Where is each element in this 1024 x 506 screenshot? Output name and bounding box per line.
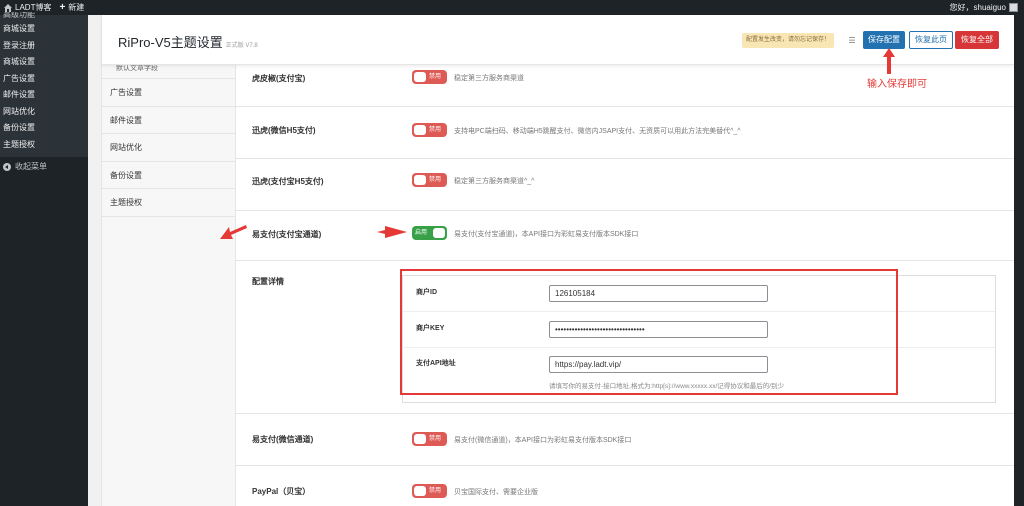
setting-label: 易支付(微信通道) [252,435,314,444]
setting-row-xunhu-alipay: 迅虎(支付宝H5支付) 禁用 稳定第三方服务商渠道^_^ [236,159,1014,211]
submenu-item-cut[interactable]: 高级功能 [0,12,88,18]
page-title: RiPro-V5主题设置 正式版 V7.8 [118,32,258,51]
toggle-switch[interactable]: 禁用 [412,173,447,187]
admin-bar: LADT博客 + 新建 您好，shuaiguo [0,0,1024,15]
toggle-state-label: 禁用 [429,177,442,183]
collapse-icon [3,162,11,171]
submenu-item-ads[interactable]: 广告设置 [0,71,88,88]
avatar [1009,3,1018,12]
setting-label: 配置详情 [252,277,284,286]
toggle-knob [414,72,426,82]
toggle-knob [414,486,426,496]
sidenav-item-backup[interactable]: 备份设置 [102,162,235,189]
sidenav-item-license[interactable]: 主题授权 [102,189,235,217]
toggle-switch[interactable]: 禁用 [412,432,447,446]
toggle-knob [414,175,426,185]
save-button[interactable]: 保存配置 [863,31,905,49]
toggle-state-label: 禁用 [429,74,442,80]
setting-label: 迅虎(支付宝H5支付) [252,177,324,186]
toggle-switch[interactable]: 启用 [412,226,447,240]
admin-menu: 高级功能 商城设置 登录注册 商城设置 广告设置 邮件设置 网站优化 备份设置 … [0,12,88,506]
setting-label: 易支付(支付宝通道) [252,230,322,239]
toggle-state-label: 禁用 [429,127,442,133]
page-title-text: RiPro-V5主题设置 [118,35,223,50]
setting-desc: 易支付(支付宝通道)，本API接口为彩虹易支付版本SDK接口 [454,231,639,238]
submenu-item-license[interactable]: 主题授权 [0,137,88,154]
submenu-item-seo[interactable]: 网站优化 [0,104,88,121]
setting-desc: 稳定第三方服务商渠道^_^ [454,178,535,185]
setting-label: 迅虎(微信H5支付) [252,126,316,135]
submenu-item-advanced-search[interactable]: 商城设置 [0,21,88,38]
settings-sidenav: 默认文章字段 广告设置 邮件设置 网站优化 备份设置 主题授权 [102,65,236,506]
setting-desc: 贝宝国际支付、需要企业版 [454,489,538,496]
version-label: 正式版 V7.8 [225,43,258,49]
collapse-menu-button[interactable]: 收起菜单 [0,157,88,176]
sidenav-item-mail[interactable]: 邮件设置 [102,107,235,134]
toggle-switch[interactable]: 禁用 [412,123,447,137]
arrow-right-icon [377,226,407,238]
annotation-text: 输入保存即可 [867,79,927,90]
toggle-state-label: 禁用 [429,436,442,442]
unsaved-notice: 配置发生改变，请勿忘记保存！ [742,33,835,48]
toggle-state-label: 禁用 [429,488,442,494]
toggle-knob [414,125,426,135]
greeting: 您好，shuaiguo [949,3,1006,12]
toggle-knob [414,434,426,444]
setting-row-epay-alipay: 易支付(支付宝通道) 启用 易支付(支付宝通道)，本API接口为彩虹易支付版本S… [236,211,1014,261]
toggle-knob [433,228,445,238]
settings-header: RiPro-V5主题设置 正式版 V7.8 配置发生改变，请勿忘记保存！ ☰ 保存… [102,15,1014,65]
setting-row-paypal: PayPal（贝宝） 禁用 贝宝国际支付、需要企业版 [236,466,1014,506]
home-icon [4,3,12,12]
arrow-icon [220,225,247,239]
theme-submenu: 高级功能 商城设置 登录注册 商城设置 广告设置 邮件设置 网站优化 备份设置 … [0,12,88,157]
sidenav-item-ads[interactable]: 广告设置 [102,79,235,107]
setting-label: 虎皮椒(支付宝) [252,74,306,83]
toggle-state-label: 启用 [415,230,428,236]
setting-row-epay-wechat: 易支付(微信通道) 禁用 易支付(微信通道)，本API接口为彩虹易支付版本SDK… [236,414,1014,466]
setting-desc: 支持电PC端扫码、移动端H5跳醒支付、微信内JSAPI支付、无资质可以用此方法完… [454,128,741,135]
setting-row-xunhu-wechat: 迅虎(微信H5支付) 禁用 支持电PC端扫码、移动端H5跳醒支付、微信内JSAP… [236,107,1014,159]
reset-page-button[interactable]: 恢复此页 [909,31,953,49]
reset-all-button[interactable]: 恢复全部 [955,31,999,49]
submenu-item-backup[interactable]: 备份设置 [0,120,88,137]
submenu-item-login[interactable]: 登录注册 [0,38,88,55]
sidenav-item-seo[interactable]: 网站优化 [102,134,235,162]
setting-desc: 易支付(微信通道)，本API接口为彩虹易支付版本SDK接口 [454,437,632,444]
arrow-up-icon [883,48,895,74]
submenu-item-mail[interactable]: 邮件设置 [0,87,88,104]
submenu-item-shop[interactable]: 商城设置 [0,54,88,71]
scroll-band [1013,15,1024,506]
setting-label: PayPal（贝宝） [252,487,311,496]
setting-desc: 稳定第三方服务商渠道 [454,75,524,82]
menu-icon[interactable]: ☰ [846,33,858,48]
toggle-switch[interactable]: 禁用 [412,70,447,84]
toggle-switch[interactable]: 禁用 [412,484,447,498]
sidenav-item-partial[interactable]: 默认文章字段 [102,65,235,79]
highlight-box [400,269,898,395]
account-menu[interactable]: 您好，shuaiguo [950,2,1024,13]
collapse-label: 收起菜单 [15,162,47,171]
